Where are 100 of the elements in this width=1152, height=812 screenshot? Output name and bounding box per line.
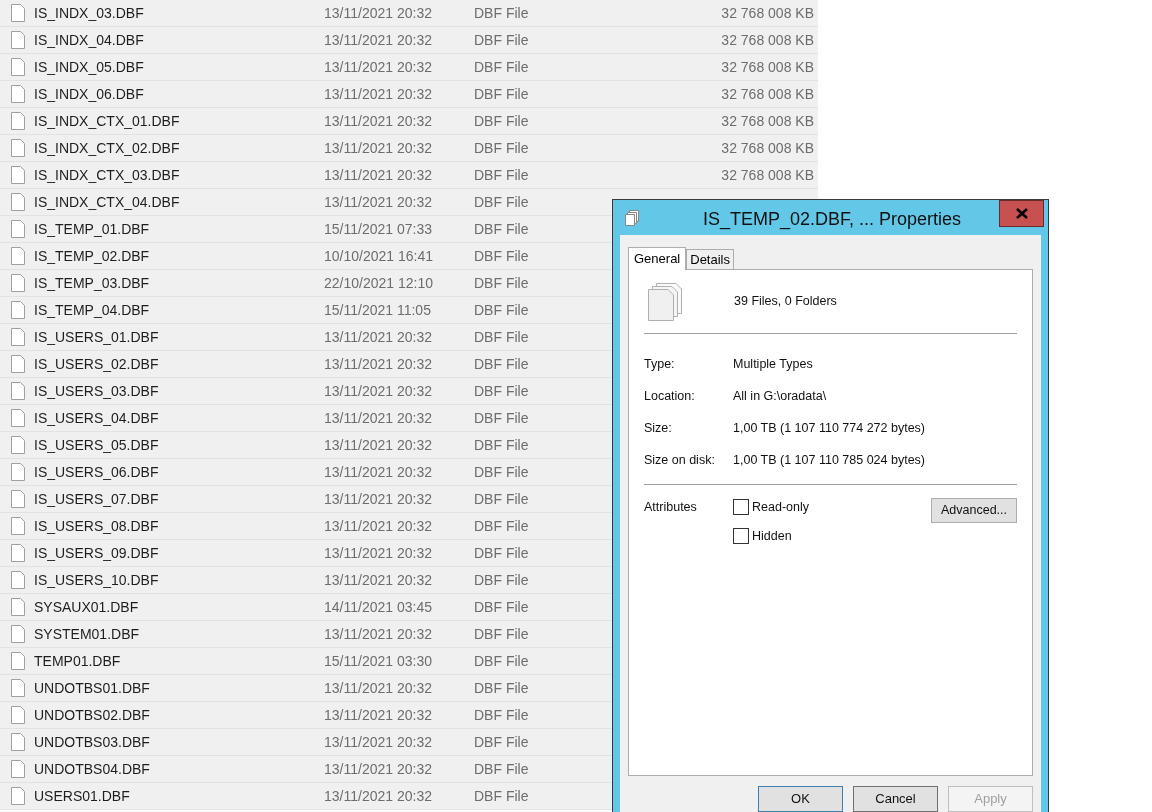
- file-size: 32 768 008 KB: [720, 138, 815, 158]
- attributes-label: Attributes: [644, 499, 698, 516]
- file-icon: [11, 625, 25, 643]
- file-date: 13/11/2021 20:32: [324, 543, 433, 563]
- file-date: 13/11/2021 20:32: [324, 381, 433, 401]
- file-type: DBF File: [474, 273, 530, 293]
- file-type: DBF File: [474, 246, 530, 266]
- file-icon: [11, 4, 25, 22]
- file-name: IS_INDX_CTX_01.DBF: [34, 111, 181, 131]
- file-type: DBF File: [474, 57, 530, 77]
- file-type: DBF File: [474, 597, 530, 617]
- file-icon: [11, 193, 25, 211]
- dialog-button[interactable]: OK: [758, 786, 843, 812]
- file-name: IS_USERS_07.DBF: [34, 489, 160, 509]
- property-value: 1,00 TB (1 107 110 785 024 bytes): [733, 451, 926, 469]
- file-date: 13/11/2021 20:32: [324, 705, 433, 725]
- file-type: DBF File: [474, 732, 530, 752]
- file-icon: [11, 598, 25, 616]
- file-icon: [11, 679, 25, 697]
- file-date: 14/11/2021 03:45: [324, 597, 433, 617]
- file-name: SYSAUX01.DBF: [34, 597, 140, 617]
- file-icon: [11, 301, 25, 319]
- file-date: 13/11/2021 20:32: [324, 165, 433, 185]
- file-date: 13/11/2021 20:32: [324, 111, 433, 131]
- file-name: IS_USERS_03.DBF: [34, 381, 160, 401]
- file-name: IS_TEMP_01.DBF: [34, 219, 151, 239]
- file-name: IS_USERS_06.DBF: [34, 462, 160, 482]
- file-date: 13/11/2021 20:32: [324, 624, 433, 644]
- file-type: DBF File: [474, 408, 530, 428]
- file-icon: [11, 274, 25, 292]
- file-name: TEMP01.DBF: [34, 651, 122, 671]
- file-type: DBF File: [474, 462, 530, 482]
- file-date: 15/11/2021 07:33: [324, 219, 433, 239]
- file-date: 13/11/2021 20:32: [324, 678, 433, 698]
- file-type: DBF File: [474, 543, 530, 563]
- property-value: All in G:\oradata\: [733, 387, 827, 405]
- advanced-button[interactable]: Advanced...: [931, 498, 1017, 523]
- file-type: DBF File: [474, 192, 530, 212]
- tab[interactable]: Details: [686, 249, 734, 269]
- checkbox[interactable]: [733, 499, 749, 516]
- file-type: DBF File: [474, 327, 530, 347]
- checkbox[interactable]: [733, 528, 749, 545]
- file-date: 13/11/2021 20:32: [324, 84, 433, 104]
- dialog-button[interactable]: Cancel: [853, 786, 938, 812]
- file-icon: [11, 571, 25, 589]
- file-type: DBF File: [474, 435, 530, 455]
- file-name: IS_USERS_08.DBF: [34, 516, 160, 536]
- tab[interactable]: General: [628, 247, 687, 270]
- file-date: 13/11/2021 20:32: [324, 3, 433, 23]
- file-date: 13/11/2021 20:32: [324, 786, 433, 806]
- file-icon: [11, 355, 25, 373]
- file-icon: [11, 463, 25, 481]
- close-button[interactable]: [999, 200, 1044, 227]
- summary-text: 39 Files, 0 Folders: [734, 293, 837, 311]
- checkbox-label: Hidden: [752, 527, 792, 545]
- property-label: Type:: [644, 355, 676, 373]
- file-icon: [11, 85, 25, 103]
- file-icon: [11, 220, 25, 238]
- property-value: Multiple Types: [733, 355, 813, 373]
- file-name: IS_USERS_10.DBF: [34, 570, 160, 590]
- file-date: 13/11/2021 20:32: [324, 138, 433, 158]
- documents-icon: [648, 282, 682, 321]
- file-name: IS_USERS_09.DBF: [34, 543, 160, 563]
- file-icon: [11, 787, 25, 805]
- file-date: 13/11/2021 20:32: [324, 327, 433, 347]
- property-label: Size on disk:: [644, 451, 716, 469]
- file-type: DBF File: [474, 3, 530, 23]
- file-date: 13/11/2021 20:32: [324, 435, 433, 455]
- file-name: IS_USERS_05.DBF: [34, 435, 160, 455]
- file-date: 15/11/2021 03:30: [324, 651, 433, 671]
- file-name: SYSTEM01.DBF: [34, 624, 141, 644]
- file-name: IS_INDX_CTX_03.DBF: [34, 165, 181, 185]
- file-name: IS_INDX_03.DBF: [34, 3, 145, 23]
- documents-icon: [625, 209, 639, 226]
- close-icon: [1015, 208, 1028, 219]
- file-type: DBF File: [474, 165, 530, 185]
- checkbox-label: Read-only: [752, 499, 809, 516]
- file-type: DBF File: [474, 381, 530, 401]
- file-type: DBF File: [474, 786, 530, 806]
- file-type: DBF File: [474, 111, 530, 131]
- file-name: USERS01.DBF: [34, 786, 131, 806]
- file-icon: [11, 58, 25, 76]
- file-date: 13/11/2021 20:32: [324, 30, 433, 50]
- property-value: 1,00 TB (1 107 110 774 272 bytes): [733, 419, 926, 437]
- file-name: IS_TEMP_03.DBF: [34, 273, 151, 293]
- file-date: 13/11/2021 20:32: [324, 570, 433, 590]
- file-type: DBF File: [474, 84, 530, 104]
- file-type: DBF File: [474, 705, 530, 725]
- file-icon: [11, 409, 25, 427]
- file-name: IS_INDX_05.DBF: [34, 57, 145, 77]
- file-name: UNDOTBS04.DBF: [34, 759, 151, 779]
- file-type: DBF File: [474, 30, 530, 50]
- file-name: IS_INDX_CTX_04.DBF: [34, 192, 181, 212]
- file-name: IS_INDX_06.DBF: [34, 84, 145, 104]
- file-icon: [11, 652, 25, 670]
- file-type: DBF File: [474, 489, 530, 509]
- file-size: 32 768 008 KB: [720, 57, 815, 77]
- file-icon: [11, 247, 25, 265]
- file-name: UNDOTBS02.DBF: [34, 705, 151, 725]
- file-icon: [11, 490, 25, 508]
